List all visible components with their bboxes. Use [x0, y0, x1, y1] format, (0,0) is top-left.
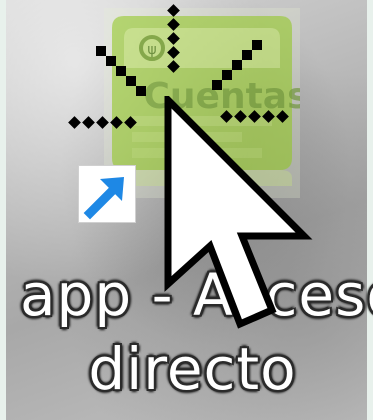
shortcut-label-line2: directo — [88, 335, 297, 403]
arrow-pointer-icon — [164, 96, 313, 329]
frame-edge-right — [367, 0, 373, 420]
frame-edge-left — [0, 0, 6, 420]
desktop-background: ψ Cuentas app - Acceso directo — [0, 0, 373, 420]
